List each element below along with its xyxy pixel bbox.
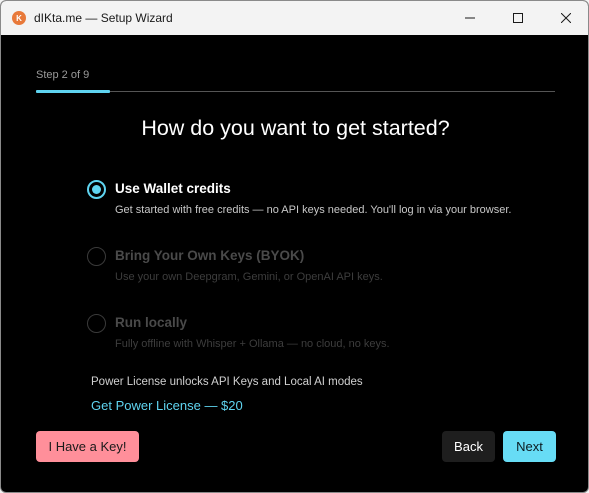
back-button[interactable]: Back [442,431,495,462]
progress-bar [36,90,555,93]
option-description: Get started with free credits — no API k… [115,204,512,216]
radio-byok [87,247,106,266]
page-title: How do you want to get started? [141,116,450,140]
title-bar: K dIKta.me — Setup Wizard [1,1,588,35]
option-title: Run locally [115,315,188,330]
progress-fill [36,90,111,93]
radio-run-locally [87,314,106,333]
setup-wizard-window: K dIKta.me — Setup Wizard Step 2 of 9 Ho… [0,0,589,493]
radio-wallet-credits[interactable] [87,180,106,199]
app-logo-icon: K [12,11,26,25]
next-button[interactable]: Next [503,431,556,462]
have-key-button[interactable]: I Have a Key! [36,431,139,462]
window-title: dIKta.me — Setup Wizard [34,11,173,25]
option-title: Use Wallet credits [115,181,231,196]
minimize-icon [465,17,475,19]
step-label: Step 2 of 9 [36,69,90,81]
power-license-link[interactable]: Get Power License — $20 [91,398,243,413]
option-description: Fully offline with Whisper + Ollama — no… [115,338,390,350]
close-button[interactable] [543,1,588,35]
license-note: Power License unlocks API Keys and Local… [91,376,363,388]
maximize-icon [513,13,523,23]
option-title: Bring Your Own Keys (BYOK) [115,248,305,263]
option-description: Use your own Deepgram, Gemini, or OpenAI… [115,271,383,283]
minimize-button[interactable] [447,1,493,35]
close-icon [561,13,571,23]
wizard-content: Step 2 of 9 How do you want to get start… [1,35,588,492]
maximize-button[interactable] [495,1,541,35]
